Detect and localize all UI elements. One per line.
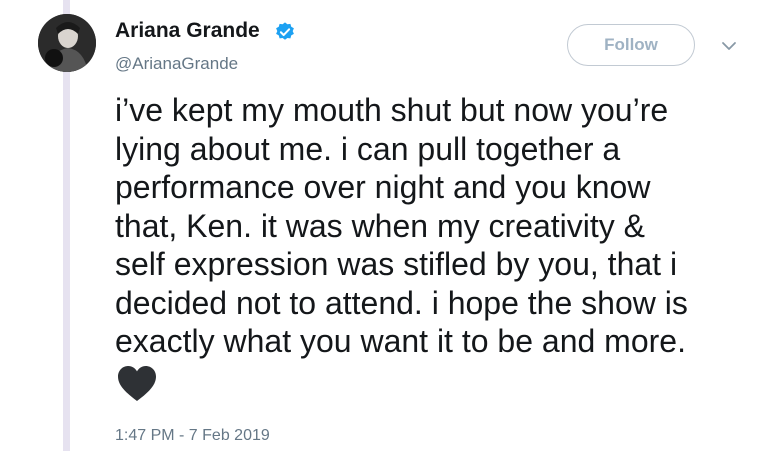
tweet-text: i’ve kept my mouth shut but now you’re l…	[115, 91, 755, 361]
user-handle[interactable]: @ArianaGrande	[115, 54, 238, 74]
tweet-line: i’ve kept my mouth shut but now you’re	[115, 92, 669, 128]
black-heart-icon	[118, 366, 156, 401]
tweet-timestamp[interactable]: 1:47 PM - 7 Feb 2019	[115, 427, 270, 445]
tweet-line: performance over night and you know	[115, 169, 651, 205]
display-name[interactable]: Ariana Grande	[115, 19, 260, 43]
tweet-line: decided not to attend. i hope the show i…	[115, 284, 688, 321]
tweet-line: self expression was stifled by you, that…	[115, 246, 678, 282]
follow-button[interactable]: Follow	[567, 24, 695, 66]
tweet-line: lying about me. i can pull together a	[115, 130, 621, 167]
tweet-line: exactly what you want it to be and more.	[115, 323, 686, 359]
verified-badge-icon	[276, 22, 294, 40]
chevron-down-icon[interactable]	[720, 37, 738, 55]
tweet-line: that, Ken. it was when my creativity &	[115, 207, 645, 244]
avatar[interactable]	[38, 14, 96, 72]
